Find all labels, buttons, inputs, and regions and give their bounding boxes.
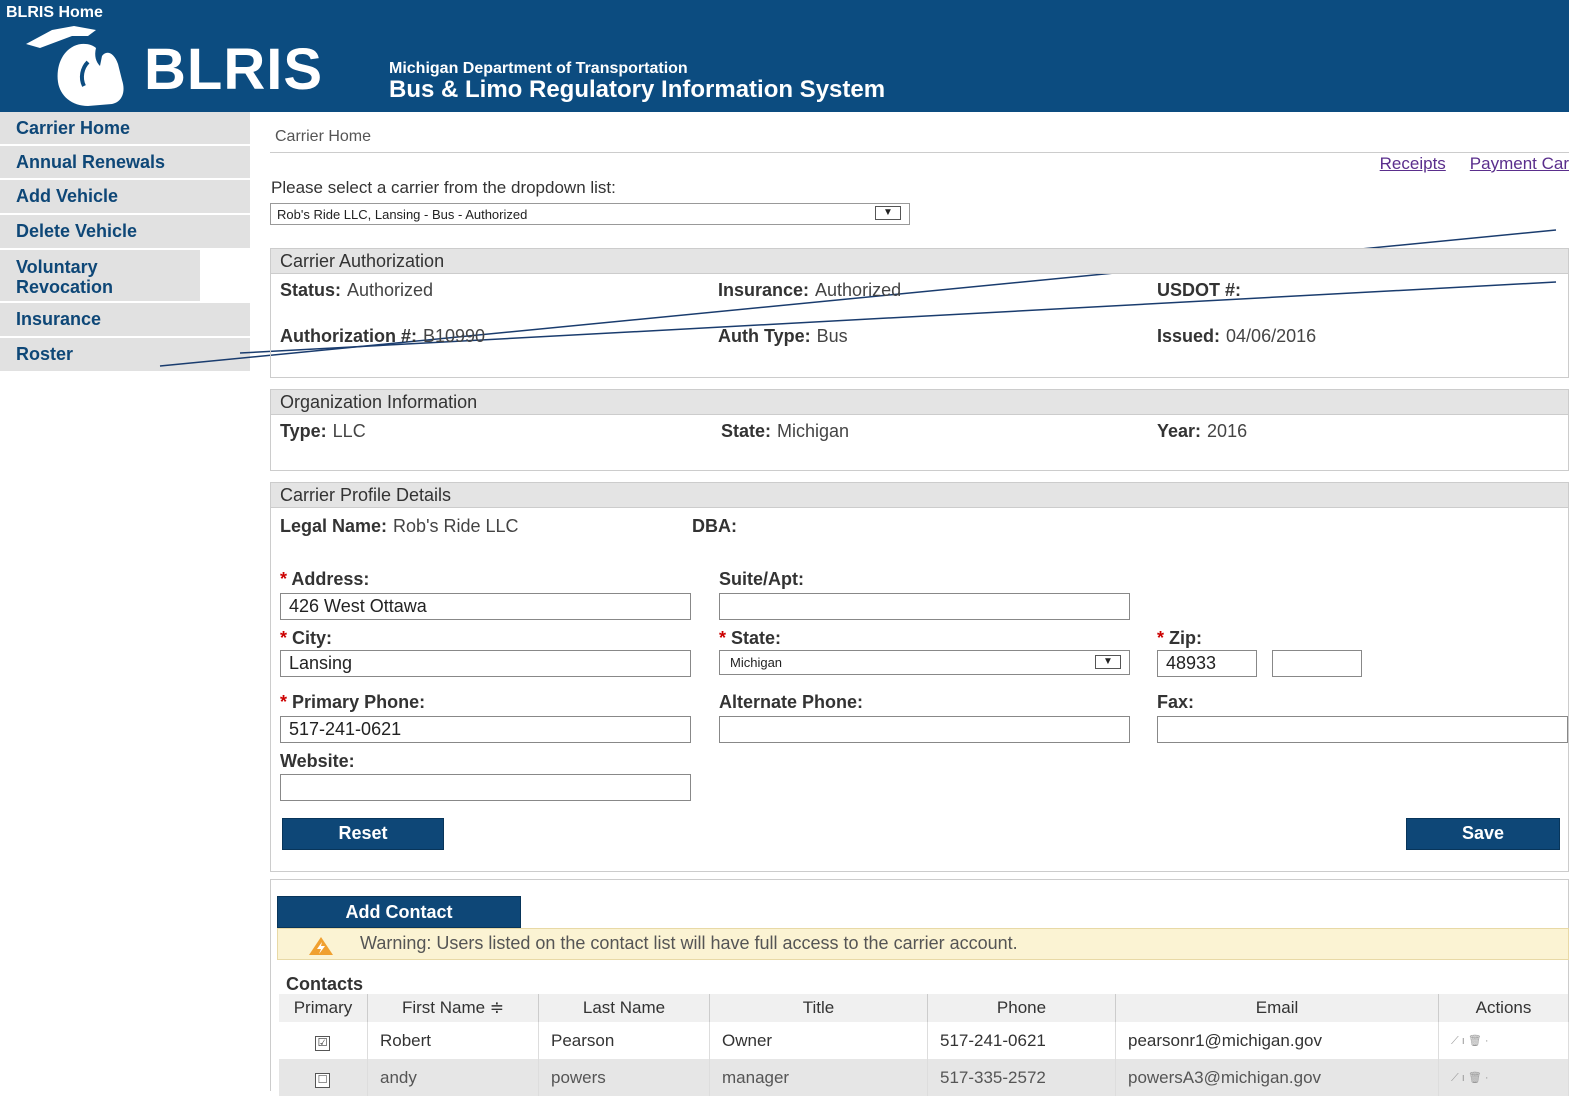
org-state-field: State: Michigan	[721, 421, 850, 441]
payment-cart-link[interactable]: Payment Car	[1470, 154, 1569, 173]
first-name-cell: andy	[367, 1059, 539, 1096]
row-actions-icons[interactable]: ⟋ ı 🗑 ·	[1438, 1059, 1569, 1096]
email-cell: powersA3@michigan.gov	[1115, 1059, 1439, 1096]
column-last-name[interactable]: Last Name	[538, 994, 710, 1022]
title-cell: manager	[709, 1059, 928, 1096]
main-content: Carrier Home Receipts Payment Car Please …	[270, 112, 1569, 1096]
suite-input[interactable]	[719, 593, 1130, 620]
organization-info-panel: Organization Information Type: LLC State:…	[270, 389, 1569, 471]
chevron-down-icon[interactable]: ▼	[1095, 655, 1121, 669]
authorization-number-value: B10990	[423, 326, 486, 346]
org-type-field: Type: LLC	[280, 421, 366, 441]
panel-title: Carrier Authorization	[271, 249, 1568, 274]
fax-label: Fax:	[1157, 692, 1195, 712]
alternate-phone-input[interactable]	[719, 716, 1130, 743]
carrier-select[interactable]: Rob's Ride LLC, Lansing - Bus - Authoriz…	[270, 203, 910, 225]
status-value: Authorized	[347, 280, 434, 300]
phone-cell: 517-241-0621	[927, 1022, 1116, 1059]
table-row: ☑ Robert Pearson Owner 517-241-0621 pear…	[279, 1022, 1569, 1059]
first-name-cell: Robert	[367, 1022, 539, 1059]
column-title[interactable]: Title	[709, 994, 928, 1022]
breadcrumb-divider	[270, 152, 1569, 153]
website-label: Website:	[280, 751, 355, 771]
panel-title: Carrier Profile Details	[271, 483, 1568, 508]
issued-field: Issued: 04/06/2016	[1157, 326, 1317, 346]
city-input[interactable]	[280, 650, 691, 677]
state-select-value: Michigan	[730, 655, 783, 670]
warning-banner: Warning: Users listed on the contact lis…	[277, 928, 1569, 960]
last-name-cell: powers	[538, 1059, 710, 1096]
chevron-down-icon[interactable]: ▼	[875, 206, 901, 220]
column-actions: Actions	[1438, 994, 1569, 1022]
phone-cell: 517-335-2572	[927, 1059, 1116, 1096]
warning-icon	[309, 937, 333, 955]
contacts-table: Primary First Name ≑ Last Name Title Pho…	[279, 994, 1569, 1096]
panel-title: Organization Information	[271, 390, 1568, 415]
address-input[interactable]	[280, 593, 691, 620]
address-label: * Address:	[280, 569, 370, 589]
insurance-field: Insurance: Authorized	[718, 280, 902, 300]
row-actions-icons[interactable]: ⟋ ı 🗑 ·	[1438, 1022, 1569, 1059]
alternate-phone-label: Alternate Phone:	[719, 692, 864, 712]
auth-type-value: Bus	[816, 326, 848, 346]
issued-value: 04/06/2016	[1226, 326, 1317, 346]
carrier-select-label: Please select a carrier from the dropdow…	[271, 178, 616, 197]
carrier-authorization-panel: Carrier Authorization Status: Authorized …	[270, 248, 1569, 378]
legal-name-field: Legal Name: Rob's Ride LLC	[280, 516, 519, 536]
website-input[interactable]	[280, 774, 691, 801]
primary-phone-label: * Primary Phone:	[280, 692, 426, 712]
state-label: * State:	[719, 628, 782, 648]
primary-checkbox[interactable]: ☐	[279, 1059, 368, 1096]
primary-checkbox[interactable]: ☑	[279, 1022, 368, 1059]
status-field: Status: Authorized	[280, 280, 434, 300]
warning-text: Warning: Users listed on the contact lis…	[360, 933, 1018, 953]
state-select[interactable]: Michigan ▼	[719, 650, 1130, 675]
top-links: Receipts Payment Car	[1356, 154, 1569, 174]
auth-type-field: Auth Type: Bus	[718, 326, 848, 346]
title-cell: Owner	[709, 1022, 928, 1059]
contacts-title: Contacts	[286, 974, 364, 994]
column-first-name[interactable]: First Name ≑	[367, 994, 539, 1022]
zip-input[interactable]	[1157, 650, 1257, 677]
carrier-profile-panel: Carrier Profile Details Legal Name: Rob's…	[270, 482, 1569, 872]
column-phone[interactable]: Phone	[927, 994, 1116, 1022]
authorization-number-field: Authorization #: B10990	[280, 326, 486, 346]
last-name-cell: Pearson	[538, 1022, 710, 1059]
add-contact-button[interactable]: Add Contact	[277, 896, 521, 928]
column-primary[interactable]: Primary	[279, 994, 368, 1022]
dba-field: DBA:	[692, 516, 737, 536]
email-cell: pearsonr1@michigan.gov	[1115, 1022, 1439, 1059]
zip-extension-input[interactable]	[1272, 650, 1362, 677]
receipts-link[interactable]: Receipts	[1380, 154, 1446, 173]
carrier-select-value: Rob's Ride LLC, Lansing - Bus - Authoriz…	[277, 207, 528, 222]
primary-phone-input[interactable]	[280, 716, 691, 743]
save-button[interactable]: Save	[1406, 818, 1560, 850]
reset-button[interactable]: Reset	[282, 818, 444, 850]
breadcrumb: Carrier Home	[275, 128, 372, 145]
column-email[interactable]: Email	[1115, 994, 1439, 1022]
table-header-row: Primary First Name ≑ Last Name Title Pho…	[279, 994, 1569, 1022]
insurance-value: Authorized	[815, 280, 902, 300]
city-label: * City:	[280, 628, 333, 648]
org-year-field: Year: 2016	[1157, 421, 1248, 441]
legal-name-value: Rob's Ride LLC	[393, 516, 519, 536]
usdot-field: USDOT #:	[1157, 280, 1242, 300]
table-row: ☐ andy powers manager 517-335-2572 power…	[279, 1059, 1569, 1096]
zip-label: * Zip:	[1157, 628, 1203, 648]
fax-input[interactable]	[1157, 716, 1568, 743]
suite-label: Suite/Apt:	[719, 569, 804, 589]
